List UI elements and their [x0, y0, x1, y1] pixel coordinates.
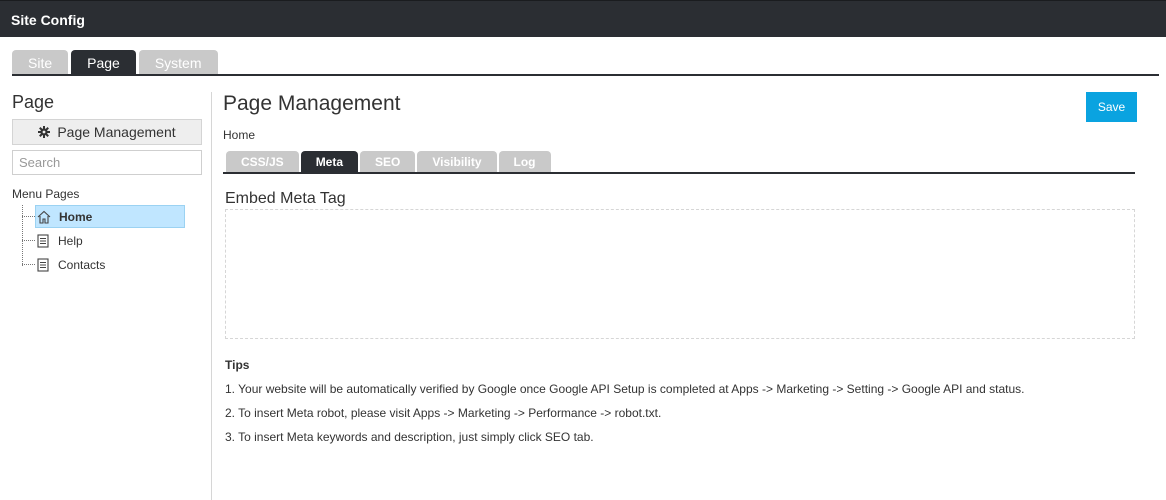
tree-label: Help — [58, 233, 83, 248]
breadcrumb: Home — [223, 128, 256, 142]
main-tab-bar: Site Page System — [12, 50, 218, 75]
tree-node-home[interactable]: Home — [35, 205, 185, 228]
tree-item-contacts[interactable]: Contacts — [22, 253, 185, 276]
tree-item-home[interactable]: Home — [22, 205, 185, 228]
tree-node-contacts[interactable]: Contacts — [35, 253, 185, 276]
page-management-button[interactable]: Page Management — [12, 119, 202, 145]
page-management-label: Page Management — [57, 124, 176, 140]
page-title: Page Management — [223, 92, 401, 115]
tab-page[interactable]: Page — [71, 50, 136, 75]
sub-tab-bar: CSS/JS Meta SEO Visibility Log — [226, 151, 551, 173]
tab-css-js[interactable]: CSS/JS — [226, 151, 299, 173]
page-icon — [37, 257, 49, 272]
tree-label: Home — [59, 209, 93, 224]
tip-item: 3. To insert Meta keywords and descripti… — [225, 430, 594, 444]
page-icon — [37, 233, 49, 248]
app-title: Site Config — [11, 12, 85, 28]
embed-meta-tag-label: Embed Meta Tag — [225, 190, 346, 207]
tab-meta[interactable]: Meta — [300, 151, 359, 173]
sidebar-divider — [211, 92, 212, 500]
app-title-bar: Site Config — [0, 0, 1166, 37]
main-content: Page Management Save Home CSS/JS Meta SE… — [223, 92, 1137, 444]
tab-log[interactable]: Log — [498, 151, 551, 173]
tip-item: 2. To insert Meta robot, please visit Ap… — [225, 406, 662, 420]
search-input[interactable] — [12, 150, 202, 175]
sidebar-title: Page — [12, 92, 55, 112]
tab-visibility[interactable]: Visibility — [417, 151, 497, 173]
tree-item-help[interactable]: Help — [22, 229, 185, 252]
tab-seo[interactable]: SEO — [360, 151, 416, 173]
tip-item: 1. Your website will be automatically ve… — [225, 382, 1025, 396]
tree-label: Contacts — [58, 257, 106, 272]
save-button[interactable]: Save — [1086, 92, 1137, 122]
gear-icon — [38, 126, 51, 138]
sidebar: Page Page Management Menu Pages — [12, 92, 202, 272]
tree-node-help[interactable]: Help — [35, 229, 185, 252]
home-icon — [37, 210, 51, 224]
tab-system[interactable]: System — [138, 50, 218, 75]
sub-tab-divider — [223, 172, 1135, 174]
main-tab-divider — [12, 74, 1159, 76]
menu-pages-label: Menu Pages — [12, 187, 80, 201]
tips-title: Tips — [225, 358, 250, 372]
tab-site[interactable]: Site — [12, 50, 69, 75]
embed-meta-tag-input[interactable] — [225, 209, 1135, 339]
tips-section: Tips 1. Your website will be automatical… — [225, 358, 1135, 445]
